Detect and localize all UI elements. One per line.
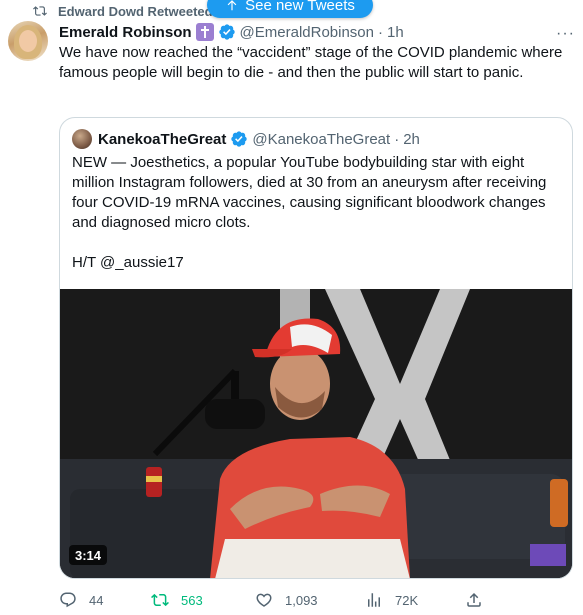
views-icon [368,593,380,607]
author-name[interactable]: Emerald Robinson [59,24,192,41]
quoted-author-avatar[interactable] [72,129,92,149]
separator: · [378,23,383,41]
social-context: Edward Dowd Retweeted [32,4,213,19]
tweet-text: We have now reached the “vaccident” stag… [59,44,563,81]
more-dots-icon[interactable]: ··· [556,25,575,43]
see-new-tweets-button[interactable]: See new Tweets [207,0,373,18]
share-button[interactable] [465,589,483,611]
arrow-up-icon [227,0,237,11]
cross-icon [195,23,214,41]
reply-button[interactable]: 44 [59,589,103,611]
quoted-tweet-time[interactable]: 2h [403,131,420,148]
quoted-author-handle[interactable]: @KanekoaTheGreat [252,131,390,148]
quoted-tweet-header: KanekoaTheGreat @KanekoaTheGreat · 2h [72,129,420,149]
quoted-tweet-text: NEW — Joesthetics, a popular YouTube bod… [72,154,547,271]
social-context-text[interactable]: Edward Dowd Retweeted [58,4,213,19]
share-icon [467,592,481,607]
tweet-actions: 44 563 1,093 72K [59,589,569,611]
author-avatar[interactable] [8,21,48,61]
like-count: 1,093 [285,592,318,608]
reply-count: 44 [89,592,104,608]
video-thumbnail[interactable]: 3:14 [60,289,572,578]
retweet-button[interactable]: 563 [151,589,203,611]
like-button[interactable]: 1,093 [255,589,318,611]
verified-badge-icon[interactable] [230,130,248,148]
quoted-author-name[interactable]: KanekoaTheGreat [98,131,226,148]
views-count: 72K [395,592,419,608]
separator: · [394,130,400,148]
author-handle[interactable]: @EmeraldRobinson [240,24,374,41]
retweet-icon [151,593,169,607]
heart-icon [256,593,272,607]
retweet-icon [33,6,47,16]
see-new-tweets-label: See new Tweets [245,0,355,14]
views-button[interactable]: 72K [365,589,418,611]
video-frame-illustration [60,289,572,578]
video-duration: 3:14 [69,545,108,565]
reply-icon [60,592,76,608]
retweet-count: 563 [181,592,203,608]
tweet-time[interactable]: 1h [387,24,404,41]
verified-badge-icon[interactable] [218,23,236,41]
quoted-tweet[interactable]: KanekoaTheGreat @KanekoaTheGreat · 2h NE… [59,117,573,579]
tweet-header: Emerald Robinson @EmeraldRobinson · 1h [59,23,404,41]
